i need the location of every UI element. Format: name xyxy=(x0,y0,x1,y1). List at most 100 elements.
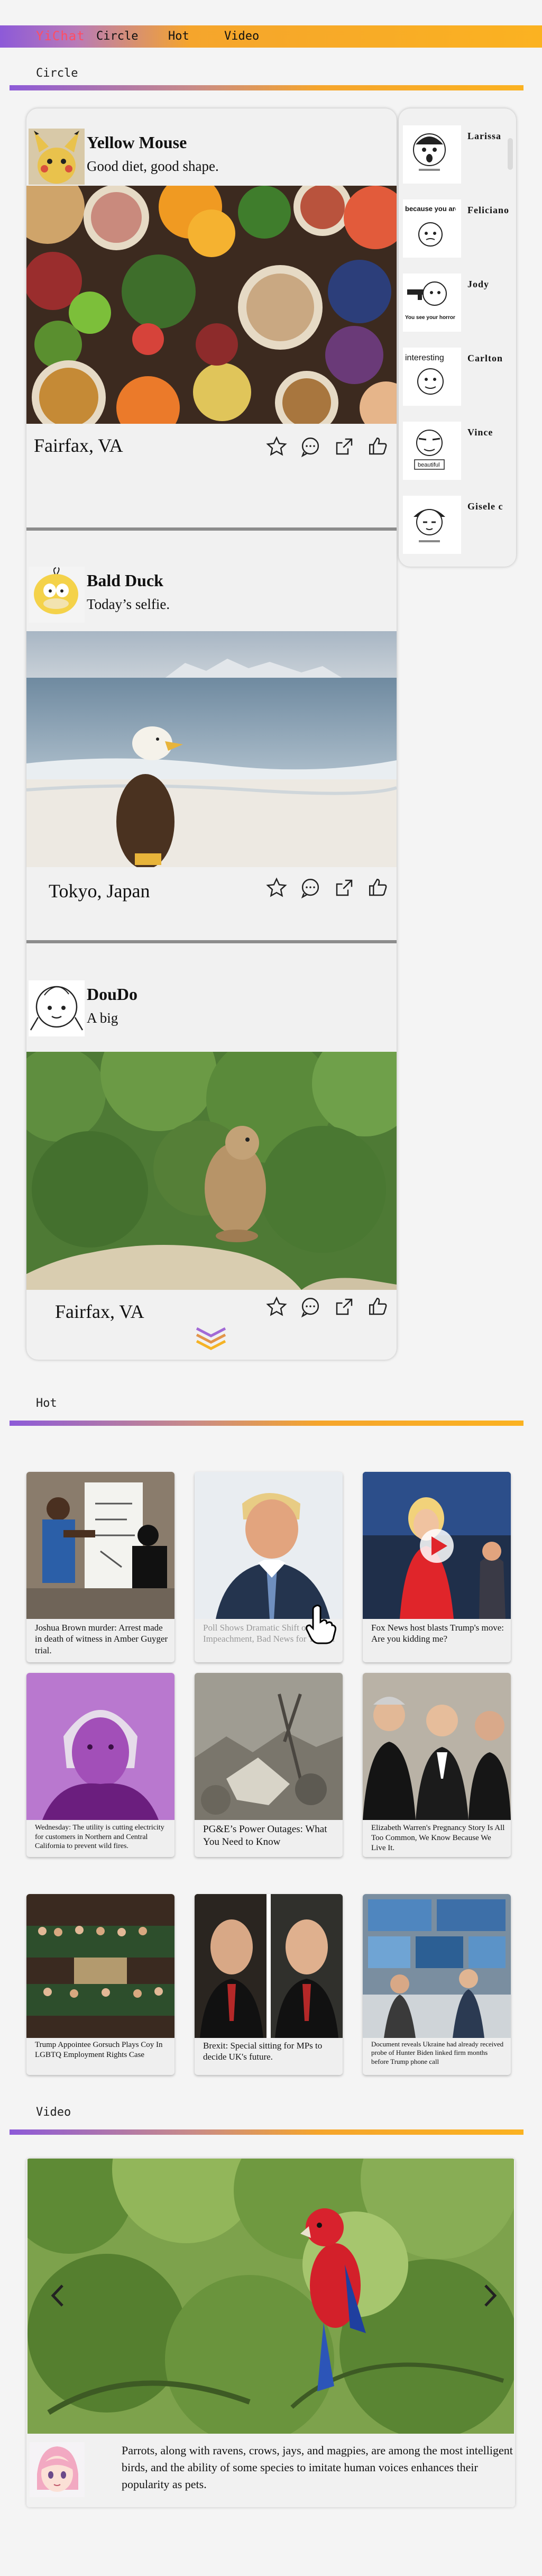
whiteboard-scene-image xyxy=(26,1472,174,1619)
fire-debris-image xyxy=(195,1673,343,1820)
chevron-left-icon[interactable] xyxy=(50,2282,66,2309)
section-title-circle: Circle xyxy=(36,67,78,80)
friend-name: Carlton xyxy=(467,353,503,363)
post-card: Yellow Mouse Good diet, good shape. Fair… xyxy=(26,129,397,552)
news-card[interactable]: Document reveals Ukraine had already rec… xyxy=(363,1894,511,2075)
post-divider xyxy=(26,940,397,943)
like-icon[interactable] xyxy=(367,435,389,458)
nav-hot[interactable]: Hot xyxy=(168,30,189,43)
svg-text:beautiful: beautiful xyxy=(418,462,440,468)
video-caption: Parrots, along with ravens, crows, jays,… xyxy=(122,2444,513,2491)
judges-group-image xyxy=(363,1673,511,1820)
doodle-avatar[interactable] xyxy=(29,980,85,1036)
red-parrot-video[interactable] xyxy=(27,2159,514,2434)
section-title-hot: Hot xyxy=(36,1397,57,1410)
post-card: DouDo A big Fairfax, VA xyxy=(26,980,397,1356)
purple-portrait-image xyxy=(26,1673,174,1820)
ground-squirrel-image[interactable] xyxy=(26,1052,397,1290)
news-card[interactable]: Fox News host blasts Trump's move: Are y… xyxy=(363,1472,511,1662)
pikachu-avatar[interactable] xyxy=(29,129,85,185)
comment-icon[interactable] xyxy=(299,877,321,899)
post-location: Fairfax, VA xyxy=(55,1301,144,1322)
comment-icon[interactable] xyxy=(299,1296,321,1318)
section-divider xyxy=(10,85,523,90)
post-text: Good diet, good shape. xyxy=(87,158,219,174)
healthy-food-image[interactable] xyxy=(26,186,397,424)
friend-item[interactable]: beautiful Vince xyxy=(403,422,514,485)
psyduck-avatar[interactable] xyxy=(29,567,85,623)
post-author[interactable]: DouDo xyxy=(87,985,137,1004)
bald-eagle-beach-image[interactable] xyxy=(26,631,397,867)
news-anchor-video-image xyxy=(363,1472,511,1619)
news-caption: Wednesday: The utility is cutting electr… xyxy=(35,1824,164,1850)
hand-cursor-icon xyxy=(306,1604,336,1644)
news-caption: Elizabeth Warren's Pregnancy Story Is Al… xyxy=(371,1824,505,1852)
share-icon[interactable] xyxy=(333,1296,355,1318)
news-card[interactable]: Brexit: Special sitting for MPs to decid… xyxy=(195,1894,343,2075)
friend-item[interactable]: You see your horror Jody xyxy=(403,274,514,337)
news-caption: Document reveals Ukraine had already rec… xyxy=(371,2040,504,2065)
post-location: Tokyo, Japan xyxy=(49,880,150,902)
section-title-video: Video xyxy=(36,2106,71,2119)
gun-meme-icon: You see your horror xyxy=(403,274,461,332)
section-divider xyxy=(10,2129,523,2135)
video-player: Parrots, along with ravens, crows, jays,… xyxy=(26,2159,515,2507)
star-icon[interactable] xyxy=(265,877,288,899)
news-card[interactable]: Poll Shows Dramatic Shift on Impeachment… xyxy=(195,1472,343,1662)
circle-feed: Yellow Mouse Good diet, good shape. Fair… xyxy=(26,108,397,1360)
post-author[interactable]: Bald Duck xyxy=(87,571,163,590)
post-actions xyxy=(265,435,389,458)
news-caption: Brexit: Special sitting for MPs to decid… xyxy=(203,2041,323,2062)
share-icon[interactable] xyxy=(333,877,355,899)
friends-sidebar[interactable]: Larissa because you are poor. Feliciano … xyxy=(399,108,516,567)
because-you-are-poor-meme-icon: because you are poor. xyxy=(403,199,477,258)
friend-name: Vince xyxy=(467,427,493,438)
two-men-split-image xyxy=(195,1894,343,2038)
nav-video[interactable]: Video xyxy=(224,30,259,43)
anime-girl-avatar[interactable] xyxy=(30,2442,85,2497)
beautiful-meme-icon: beautiful xyxy=(403,422,461,480)
surprised-face-meme-icon xyxy=(403,125,461,184)
newsroom-screens-image xyxy=(363,1894,511,2038)
friend-item[interactable]: because you are poor. Feliciano xyxy=(403,199,514,263)
svg-text:You see your horror: You see your horror xyxy=(405,315,455,321)
news-card[interactable]: Trump Appointee Gorsuch Plays Coy In LGB… xyxy=(26,1894,174,2075)
post-divider xyxy=(26,527,397,531)
news-card[interactable]: Elizabeth Warren's Pregnancy Story Is Al… xyxy=(363,1673,511,1857)
section-divider xyxy=(10,1421,523,1426)
news-caption: PG&E’s Power Outages: What You Need to K… xyxy=(203,1824,327,1847)
like-icon[interactable] xyxy=(367,1296,389,1318)
post-card: Bald Duck Today’s selfie. Tokyo, Japan xyxy=(26,567,397,937)
post-text: A big xyxy=(87,1010,118,1026)
interesting-meme-icon: interesting xyxy=(403,348,461,406)
load-more-chevron-icon[interactable] xyxy=(195,1325,227,1353)
friend-item[interactable]: Gisele c xyxy=(403,496,514,559)
news-caption: Trump Appointee Gorsuch Plays Coy In LGB… xyxy=(35,2041,163,2059)
news-card[interactable]: Wednesday: The utility is cutting electr… xyxy=(26,1673,174,1857)
nav-circle[interactable]: Circle xyxy=(96,30,138,43)
news-card[interactable]: Joshua Brown murder: Arrest made in deat… xyxy=(26,1472,174,1662)
star-icon[interactable] xyxy=(265,1296,288,1318)
app-logo[interactable]: YiChat xyxy=(36,29,85,43)
share-icon[interactable] xyxy=(333,435,355,458)
svg-text:because you are poor.: because you are poor. xyxy=(405,205,456,213)
friend-name: Gisele c xyxy=(467,501,503,512)
like-icon[interactable] xyxy=(367,877,389,899)
sleeping-meme-icon xyxy=(403,496,461,554)
svg-text:interesting: interesting xyxy=(405,353,444,362)
friend-item[interactable]: Larissa xyxy=(403,125,514,189)
friend-name: Feliciano xyxy=(467,205,509,215)
friend-item[interactable]: interesting Carlton xyxy=(403,348,514,411)
friend-name: Jody xyxy=(467,279,490,289)
chevron-right-icon[interactable] xyxy=(482,2282,498,2309)
star-icon[interactable] xyxy=(265,435,288,458)
news-caption: Fox News host blasts Trump's move: Are y… xyxy=(371,1623,504,1644)
trump-portrait-image xyxy=(195,1472,343,1619)
friend-name: Larissa xyxy=(467,131,502,141)
post-author[interactable]: Yellow Mouse xyxy=(87,133,187,152)
top-nav-bar: YiChat Circle Hot Video xyxy=(0,25,542,48)
post-text: Today’s selfie. xyxy=(87,596,170,612)
comment-icon[interactable] xyxy=(299,435,321,458)
parliament-chamber-image xyxy=(26,1894,174,2038)
news-card[interactable]: PG&E’s Power Outages: What You Need to K… xyxy=(195,1673,343,1857)
